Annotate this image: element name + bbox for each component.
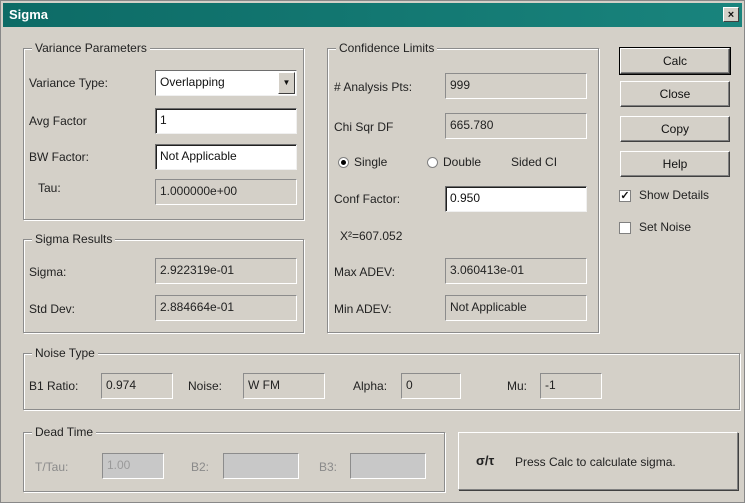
- b3-input[interactable]: [350, 453, 426, 479]
- std-dev-value: 2.884664e-01: [155, 295, 297, 321]
- t-tau-input[interactable]: 1.00: [102, 453, 164, 479]
- sigma-label: Sigma:: [29, 265, 67, 279]
- variance-type-value: Overlapping: [160, 75, 225, 89]
- tau-label: Tau:: [38, 181, 61, 195]
- alpha-label: Alpha:: [353, 379, 388, 393]
- noise-type-legend: Noise Type: [32, 346, 98, 360]
- single-sided-label[interactable]: Single: [354, 155, 387, 169]
- help-button[interactable]: Help: [620, 151, 730, 177]
- single-sided-radio[interactable]: [338, 157, 349, 168]
- chi-sqr-df-label: Chi Sqr DF: [334, 120, 394, 134]
- bw-factor-input[interactable]: Not Applicable: [155, 144, 297, 170]
- min-adev-value: Not Applicable: [445, 295, 587, 321]
- alpha-value: 0: [401, 373, 461, 399]
- set-noise-label[interactable]: Set Noise: [639, 220, 691, 234]
- variance-parameters-legend: Variance Parameters: [32, 41, 150, 55]
- analysis-pts-label: # Analysis Pts:: [334, 80, 413, 94]
- window-title: Sigma: [9, 7, 49, 22]
- set-noise-checkbox[interactable]: [619, 222, 631, 234]
- max-adev-label: Max ADEV:: [334, 265, 395, 279]
- mu-value: -1: [540, 373, 602, 399]
- calc-button[interactable]: Calc: [619, 47, 731, 75]
- sigma-tau-icon: σ/τ: [476, 453, 495, 468]
- variance-type-label: Variance Type:: [29, 76, 108, 90]
- close-button[interactable]: Close: [620, 81, 730, 107]
- dead-time-legend: Dead Time: [32, 425, 97, 439]
- chevron-down-icon[interactable]: ▼: [278, 72, 295, 94]
- variance-type-select[interactable]: Overlapping ▼: [155, 70, 297, 96]
- status-panel: σ/τ Press Calc to calculate sigma.: [458, 432, 738, 490]
- analysis-pts-value: 999: [445, 73, 587, 99]
- sigma-value: 2.922319e-01: [155, 258, 297, 284]
- tau-value: 1.000000e+00: [155, 179, 297, 205]
- close-window-button[interactable]: ×: [723, 7, 739, 22]
- b2-label: B2:: [191, 460, 210, 474]
- max-adev-value: 3.060413e-01: [445, 258, 587, 284]
- avg-factor-input[interactable]: 1: [155, 108, 297, 134]
- b1-ratio-label: B1 Ratio:: [29, 379, 79, 393]
- b3-label: B3:: [319, 460, 338, 474]
- mu-label: Mu:: [507, 379, 528, 393]
- sigma-results-legend: Sigma Results: [32, 232, 116, 246]
- sided-ci-label: Sided CI: [511, 155, 558, 169]
- b1-ratio-value: 0.974: [101, 373, 173, 399]
- status-message: Press Calc to calculate sigma.: [515, 455, 676, 469]
- sigma-dialog: Sigma × Variance Parameters Variance Typ…: [0, 0, 745, 503]
- min-adev-label: Min ADEV:: [334, 302, 392, 316]
- show-details-label[interactable]: Show Details: [639, 188, 709, 202]
- conf-factor-input[interactable]: 0.950: [445, 186, 587, 212]
- noise-value: W FM: [243, 373, 325, 399]
- chi-sqr-df-value: 665.780: [445, 113, 587, 139]
- avg-factor-label: Avg Factor: [29, 114, 87, 128]
- copy-button[interactable]: Copy: [620, 116, 730, 142]
- std-dev-label: Std Dev:: [29, 302, 76, 316]
- noise-label: Noise:: [188, 379, 223, 393]
- double-sided-radio[interactable]: [427, 157, 438, 168]
- show-details-checkbox[interactable]: ✓: [619, 190, 631, 202]
- confidence-limits-legend: Confidence Limits: [336, 41, 438, 55]
- double-sided-label[interactable]: Double: [443, 155, 481, 169]
- bw-factor-label: BW Factor:: [29, 150, 90, 164]
- b2-input[interactable]: [223, 453, 299, 479]
- title-bar[interactable]: Sigma ×: [3, 3, 742, 27]
- t-tau-label: T/Tau:: [35, 460, 69, 474]
- conf-factor-label: Conf Factor:: [334, 192, 401, 206]
- chi-result-text: X²=607.052: [340, 229, 403, 243]
